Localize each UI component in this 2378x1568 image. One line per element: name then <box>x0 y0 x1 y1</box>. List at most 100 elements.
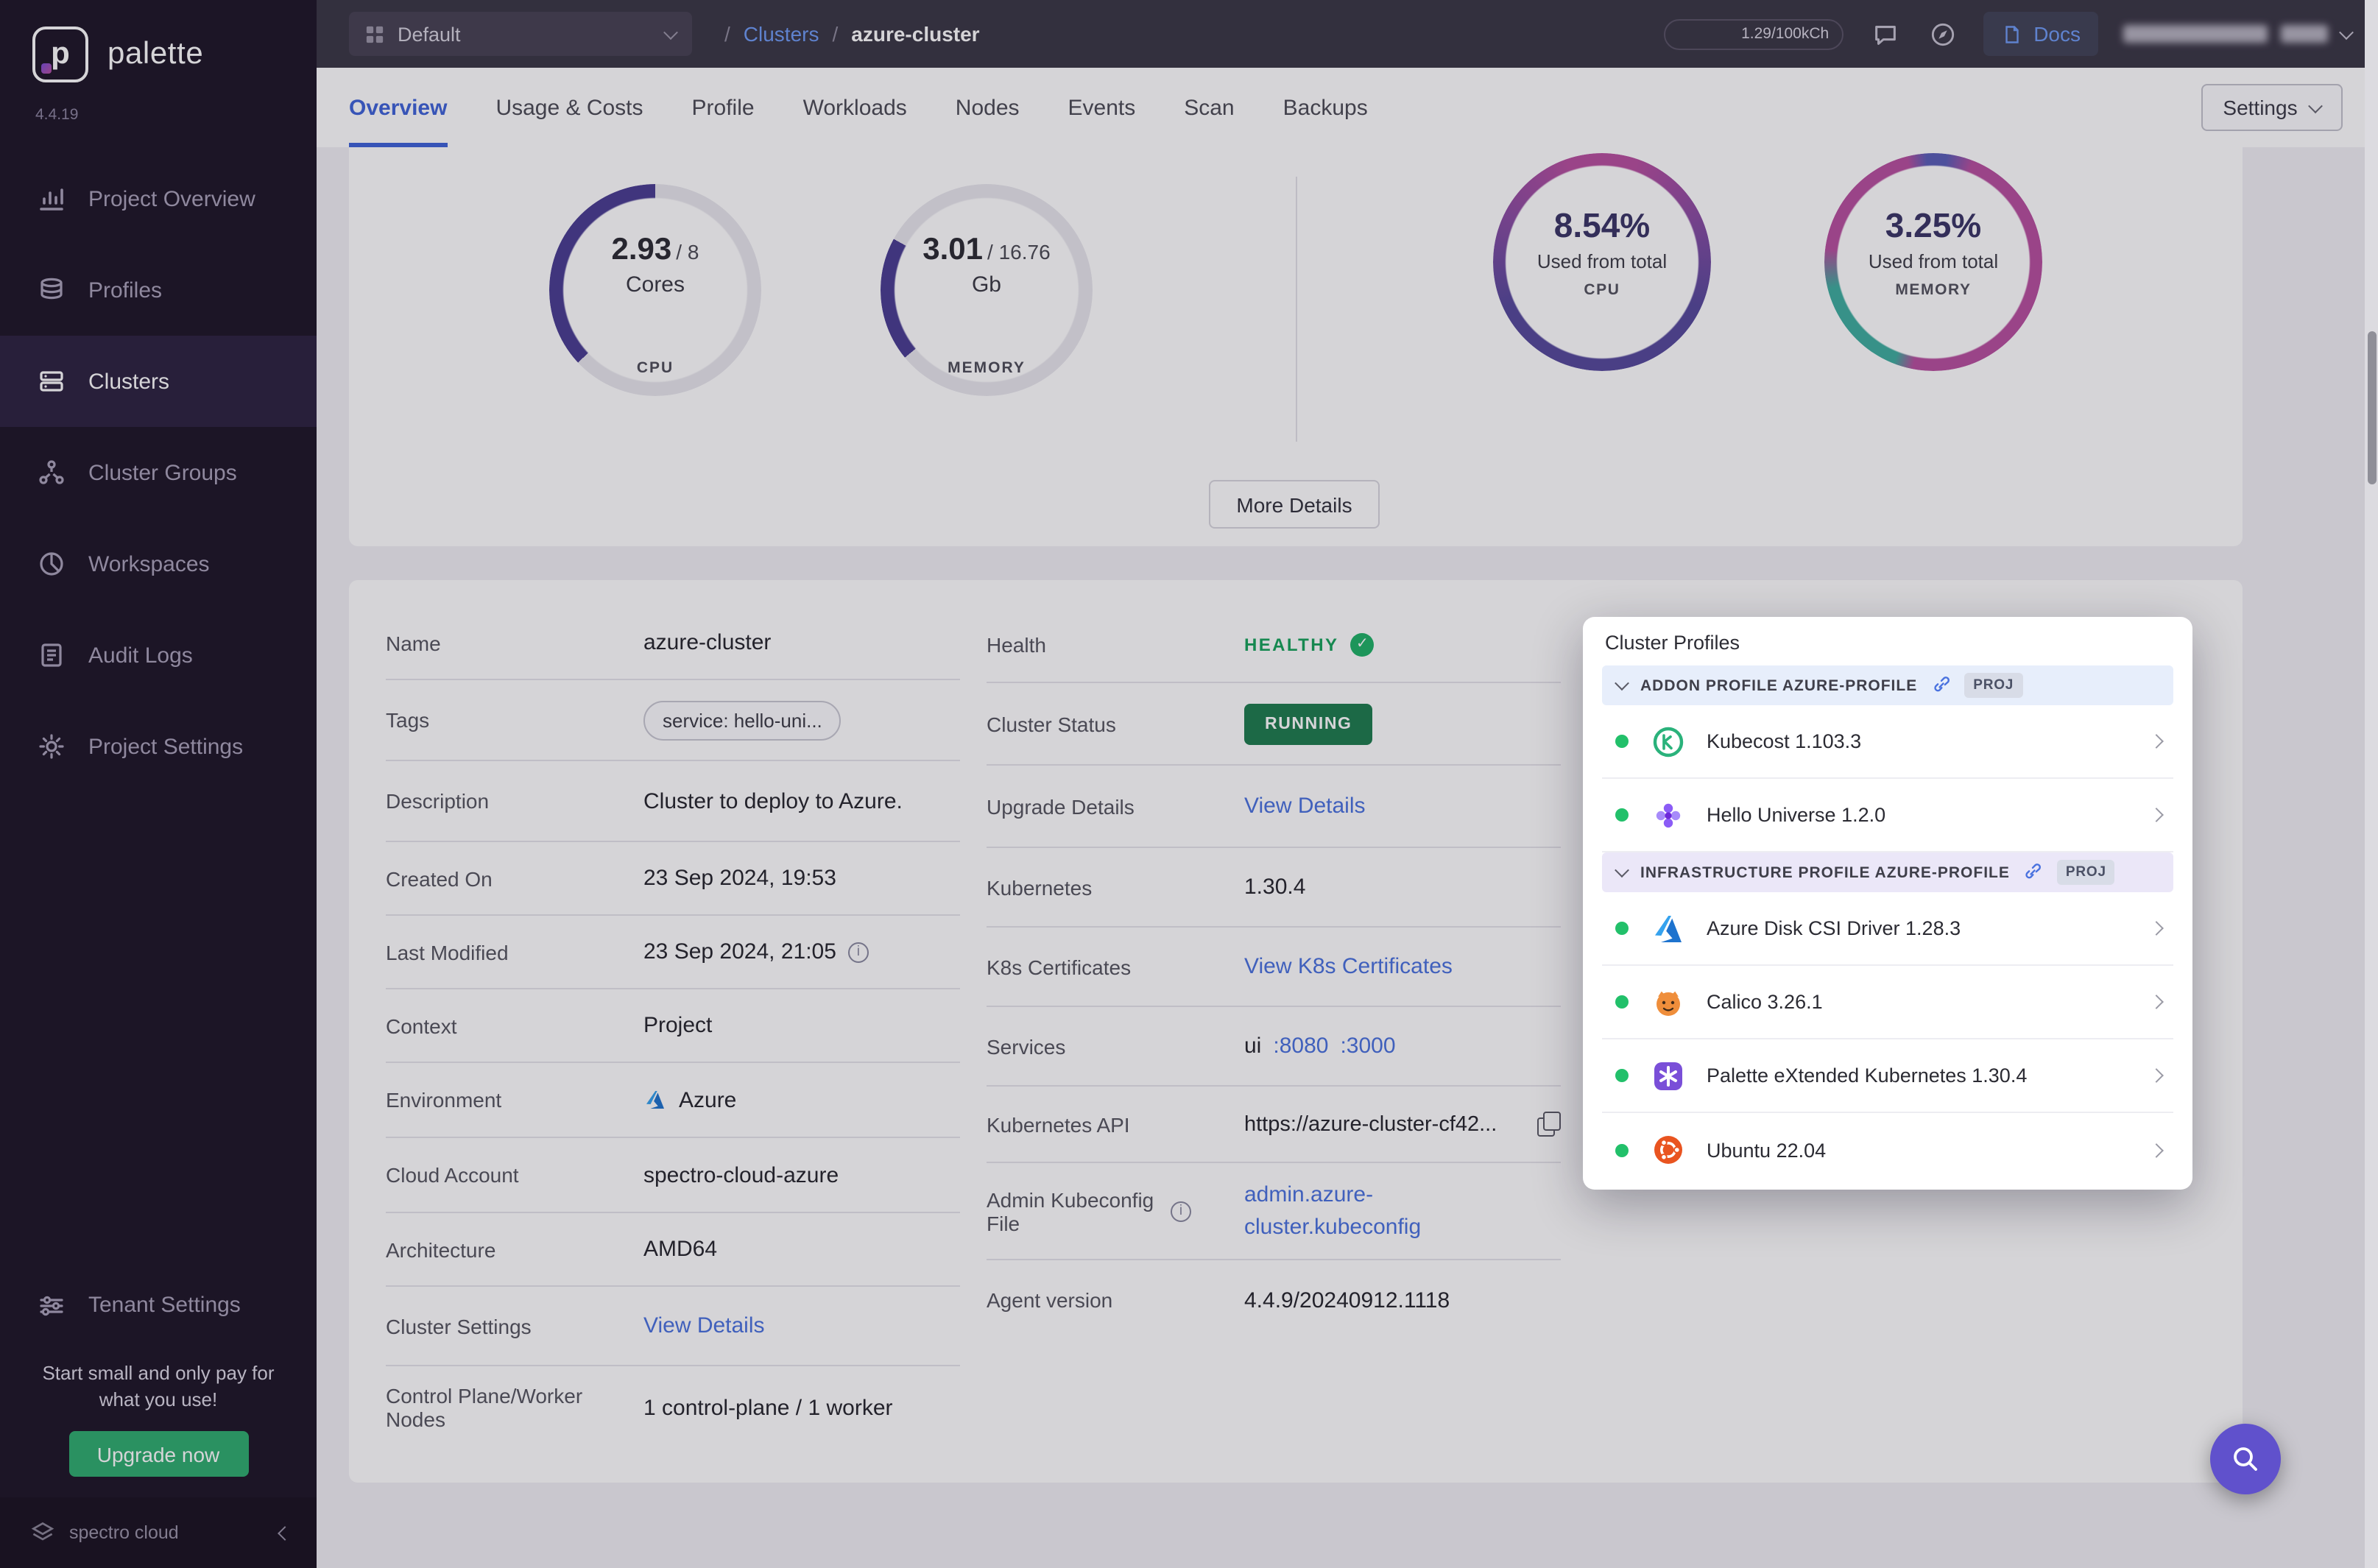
top-bar: Default / Clusters / azure-cluster 1.29/… <box>317 0 2378 68</box>
tab-nodes[interactable]: Nodes <box>956 68 1020 147</box>
collapse-sidebar-icon[interactable] <box>278 1525 292 1540</box>
profile-layer-kubecost[interactable]: Kubecost 1.103.3 <box>1602 705 2173 779</box>
infrastructure-profile-section-header[interactable]: INFRASTRUCTURE PROFILE AZURE-PROFILE PRO… <box>1602 852 2173 892</box>
memory-ring-label: MEMORY <box>1824 281 2042 299</box>
cpu-ring-caption: Used from total <box>1493 250 1711 272</box>
profile-layer-palette-extended-k8s[interactable]: Palette eXtended Kubernetes 1.30.4 <box>1602 1039 2173 1113</box>
detail-label: Kubernetes <box>987 875 1244 899</box>
health-status: HEALTHY <box>1244 634 1338 654</box>
profile-layer-ubuntu[interactable]: Ubuntu 22.04 <box>1602 1113 2173 1187</box>
detail-label: Name <box>386 631 643 654</box>
kubecost-icon <box>1651 724 1686 759</box>
upgrade-details-link[interactable]: View Details <box>1244 794 1366 819</box>
service-port-link[interactable]: :8080 <box>1273 1034 1328 1059</box>
breadcrumb-clusters-link[interactable]: Clusters <box>744 22 819 46</box>
detail-value: 4.4.9/20240912.1118 <box>1244 1288 1561 1313</box>
addon-profile-section-header[interactable]: ADDON PROFILE AZURE-PROFILE PROJ <box>1602 665 2173 705</box>
project-selector[interactable]: Default <box>349 12 692 56</box>
more-details-button[interactable]: More Details <box>1209 480 1380 529</box>
detail-row-context: Context Project <box>386 989 960 1063</box>
cpu-total-value: / 8 <box>676 240 699 264</box>
detail-row-cloud-account: Cloud Account spectro-cloud-azure <box>386 1138 960 1213</box>
tab-overview[interactable]: Overview <box>349 68 447 147</box>
scrollbar-thumb[interactable] <box>2367 331 2376 484</box>
detail-row-environment: Environment Azure <box>386 1063 960 1138</box>
copy-icon[interactable] <box>1537 1112 1561 1137</box>
section-header-label: ADDON PROFILE AZURE-PROFILE <box>1640 677 1917 694</box>
help-search-fab[interactable] <box>2210 1424 2281 1494</box>
sidebar-item-audit-logs[interactable]: Audit Logs <box>0 610 317 701</box>
chat-icon[interactable] <box>1869 18 1901 50</box>
cluster-tab-bar: Overview Usage & Costs Profile Workloads… <box>317 68 2378 147</box>
sidebar-item-clusters[interactable]: Clusters <box>0 336 317 427</box>
user-menu[interactable] <box>2123 25 2351 43</box>
detail-row-admin-kubeconfig: Admin Kubeconfig Filei admin.azure-clust… <box>987 1163 1561 1260</box>
sidebar-item-workspaces[interactable]: Workspaces <box>0 518 317 610</box>
profile-layer-hello-universe[interactable]: Hello Universe 1.2.0 <box>1602 779 2173 852</box>
info-icon[interactable]: i <box>848 942 869 962</box>
audit-logs-icon <box>37 640 66 670</box>
palette-k8s-icon <box>1651 1058 1686 1093</box>
usage-meter: 1.29/100kCh <box>1664 18 1844 49</box>
cpu-gauge-text: 2.93/ 8 Cores <box>549 233 761 297</box>
detail-row-cluster-settings: Cluster Settings View Details <box>386 1287 960 1366</box>
sidebar-item-project-settings[interactable]: Project Settings <box>0 701 317 792</box>
chevron-down-icon <box>663 24 678 39</box>
details-left-column: Name azure-cluster Tags service: hello-u… <box>386 607 960 1449</box>
sidebar-item-tenant-settings[interactable]: Tenant Settings <box>0 1268 317 1342</box>
page-scrollbar[interactable] <box>2365 0 2378 1568</box>
breadcrumb-separator: / <box>724 22 730 46</box>
section-header-label: INFRASTRUCTURE PROFILE AZURE-PROFILE <box>1640 864 2010 881</box>
detail-row-upgrade-details: Upgrade Details View Details <box>987 766 1561 848</box>
sidebar-item-label: Workspaces <box>88 551 210 576</box>
view-details-link[interactable]: View Details <box>643 1313 765 1338</box>
tab-backups[interactable]: Backups <box>1283 68 1368 147</box>
ubuntu-icon <box>1651 1132 1686 1168</box>
palette-logo: p palette <box>0 0 317 82</box>
status-dot-green <box>1615 1069 1629 1082</box>
detail-label: Created On <box>386 866 643 890</box>
tab-profile[interactable]: Profile <box>692 68 755 147</box>
tab-workloads[interactable]: Workloads <box>803 68 907 147</box>
detail-label: Health <box>987 632 1244 656</box>
chart-icon <box>37 184 66 213</box>
chevron-right-icon <box>2149 1143 2164 1157</box>
settings-button[interactable]: Settings <box>2201 84 2343 131</box>
metrics-divider <box>1296 177 1297 442</box>
detail-row-last-modified: Last Modified 23 Sep 2024, 21:05i <box>386 916 960 989</box>
detail-label: Control Plane/Worker Nodes <box>386 1384 643 1431</box>
service-port-link[interactable]: :3000 <box>1340 1034 1395 1059</box>
search-icon <box>2229 1443 2262 1475</box>
tab-scan[interactable]: Scan <box>1184 68 1234 147</box>
breadcrumb: / Clusters / azure-cluster <box>724 22 980 46</box>
sidebar-item-project-overview[interactable]: Project Overview <box>0 153 317 244</box>
kubeconfig-download-link[interactable]: admin.azure-cluster.kubeconfig <box>1244 1179 1424 1243</box>
sidebar-item-profiles[interactable]: Profiles <box>0 244 317 336</box>
profile-layer-calico[interactable]: Calico 3.26.1 <box>1602 966 2173 1039</box>
profile-layer-azure-disk-csi[interactable]: Azure Disk CSI Driver 1.28.3 <box>1602 892 2173 966</box>
sidebar-item-cluster-groups[interactable]: Cluster Groups <box>0 427 317 518</box>
detail-label: Kubernetes API <box>987 1112 1244 1136</box>
layers-icon <box>37 275 66 305</box>
link-icon[interactable] <box>2023 862 2044 883</box>
tab-usage-costs[interactable]: Usage & Costs <box>495 68 643 147</box>
detail-label: Architecture <box>386 1237 643 1261</box>
profile-layer-name: Palette eXtended Kubernetes 1.30.4 <box>1707 1064 2027 1087</box>
link-icon[interactable] <box>1930 675 1951 696</box>
detail-label: Environment <box>386 1088 643 1112</box>
detail-value: spectro-cloud-azure <box>643 1162 960 1187</box>
detail-row-k8s-certificates: K8s Certificates View K8s Certificates <box>987 928 1561 1007</box>
info-icon[interactable]: i <box>1171 1201 1191 1221</box>
detail-label: Context <box>386 1014 643 1037</box>
view-k8s-certificates-link[interactable]: View K8s Certificates <box>1244 954 1453 979</box>
profile-layer-name: Azure Disk CSI Driver 1.28.3 <box>1707 917 1961 939</box>
docs-button[interactable]: Docs <box>1983 12 2098 56</box>
detail-value: 23 Sep 2024, 19:53 <box>643 866 960 891</box>
upgrade-now-button[interactable]: Upgrade now <box>68 1431 248 1477</box>
service-name: ui <box>1244 1034 1261 1059</box>
memory-used-value: 3.01 <box>922 233 983 266</box>
compass-icon[interactable] <box>1926 18 1958 50</box>
popover-title: Cluster Profiles <box>1602 629 2173 665</box>
tab-events[interactable]: Events <box>1068 68 1136 147</box>
detail-value: 1.30.4 <box>1244 875 1561 900</box>
